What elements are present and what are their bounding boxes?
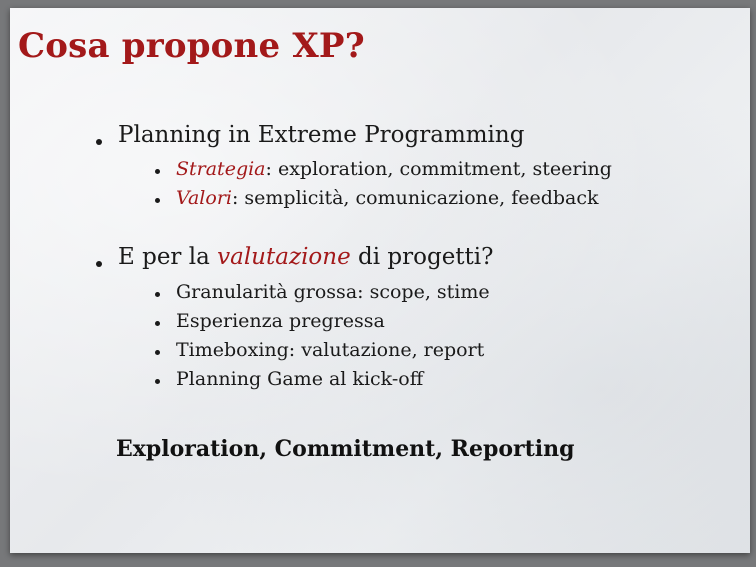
- section1-item-valori: Valori: semplicità, comunicazione, feedb…: [176, 187, 599, 209]
- term-valori: Valori: [176, 187, 232, 209]
- section2-item: Timeboxing: valutazione, report: [176, 339, 485, 361]
- term-strategia: Strategia: [176, 158, 266, 180]
- heading-pre: E per la: [118, 244, 218, 270]
- section1-heading: Planning in Extreme Programming: [118, 122, 525, 148]
- section2-item: Esperienza pregressa: [176, 310, 385, 332]
- item-text: : semplicità, comunicazione, feedback: [231, 187, 599, 209]
- section2-item: Planning Game al kick-off: [176, 368, 424, 390]
- bullet-dot: [96, 139, 102, 145]
- heading-em: valutazione: [217, 244, 351, 270]
- bullet-dot: [155, 169, 160, 174]
- item-text: : exploration, commitment, steering: [265, 158, 612, 180]
- bullet-dot: [155, 350, 160, 355]
- bullet-dot: [96, 261, 102, 267]
- section2-heading: E per la valutazione di progetti?: [118, 244, 493, 270]
- slide: Cosa propone XP? Planning in Extreme Pro…: [10, 8, 750, 553]
- closing-statement: Exploration, Commitment, Reporting: [116, 436, 575, 462]
- bullet-dot: [155, 292, 160, 297]
- section2-item: Granularità grossa: scope, stime: [176, 281, 490, 303]
- slide-title: Cosa propone XP?: [18, 26, 365, 66]
- bullet-dot: [155, 379, 160, 384]
- section1-item-strategia: Strategia: exploration, commitment, stee…: [176, 158, 612, 180]
- heading-post: di progetti?: [350, 244, 494, 270]
- bullet-dot: [155, 321, 160, 326]
- bullet-dot: [155, 198, 160, 203]
